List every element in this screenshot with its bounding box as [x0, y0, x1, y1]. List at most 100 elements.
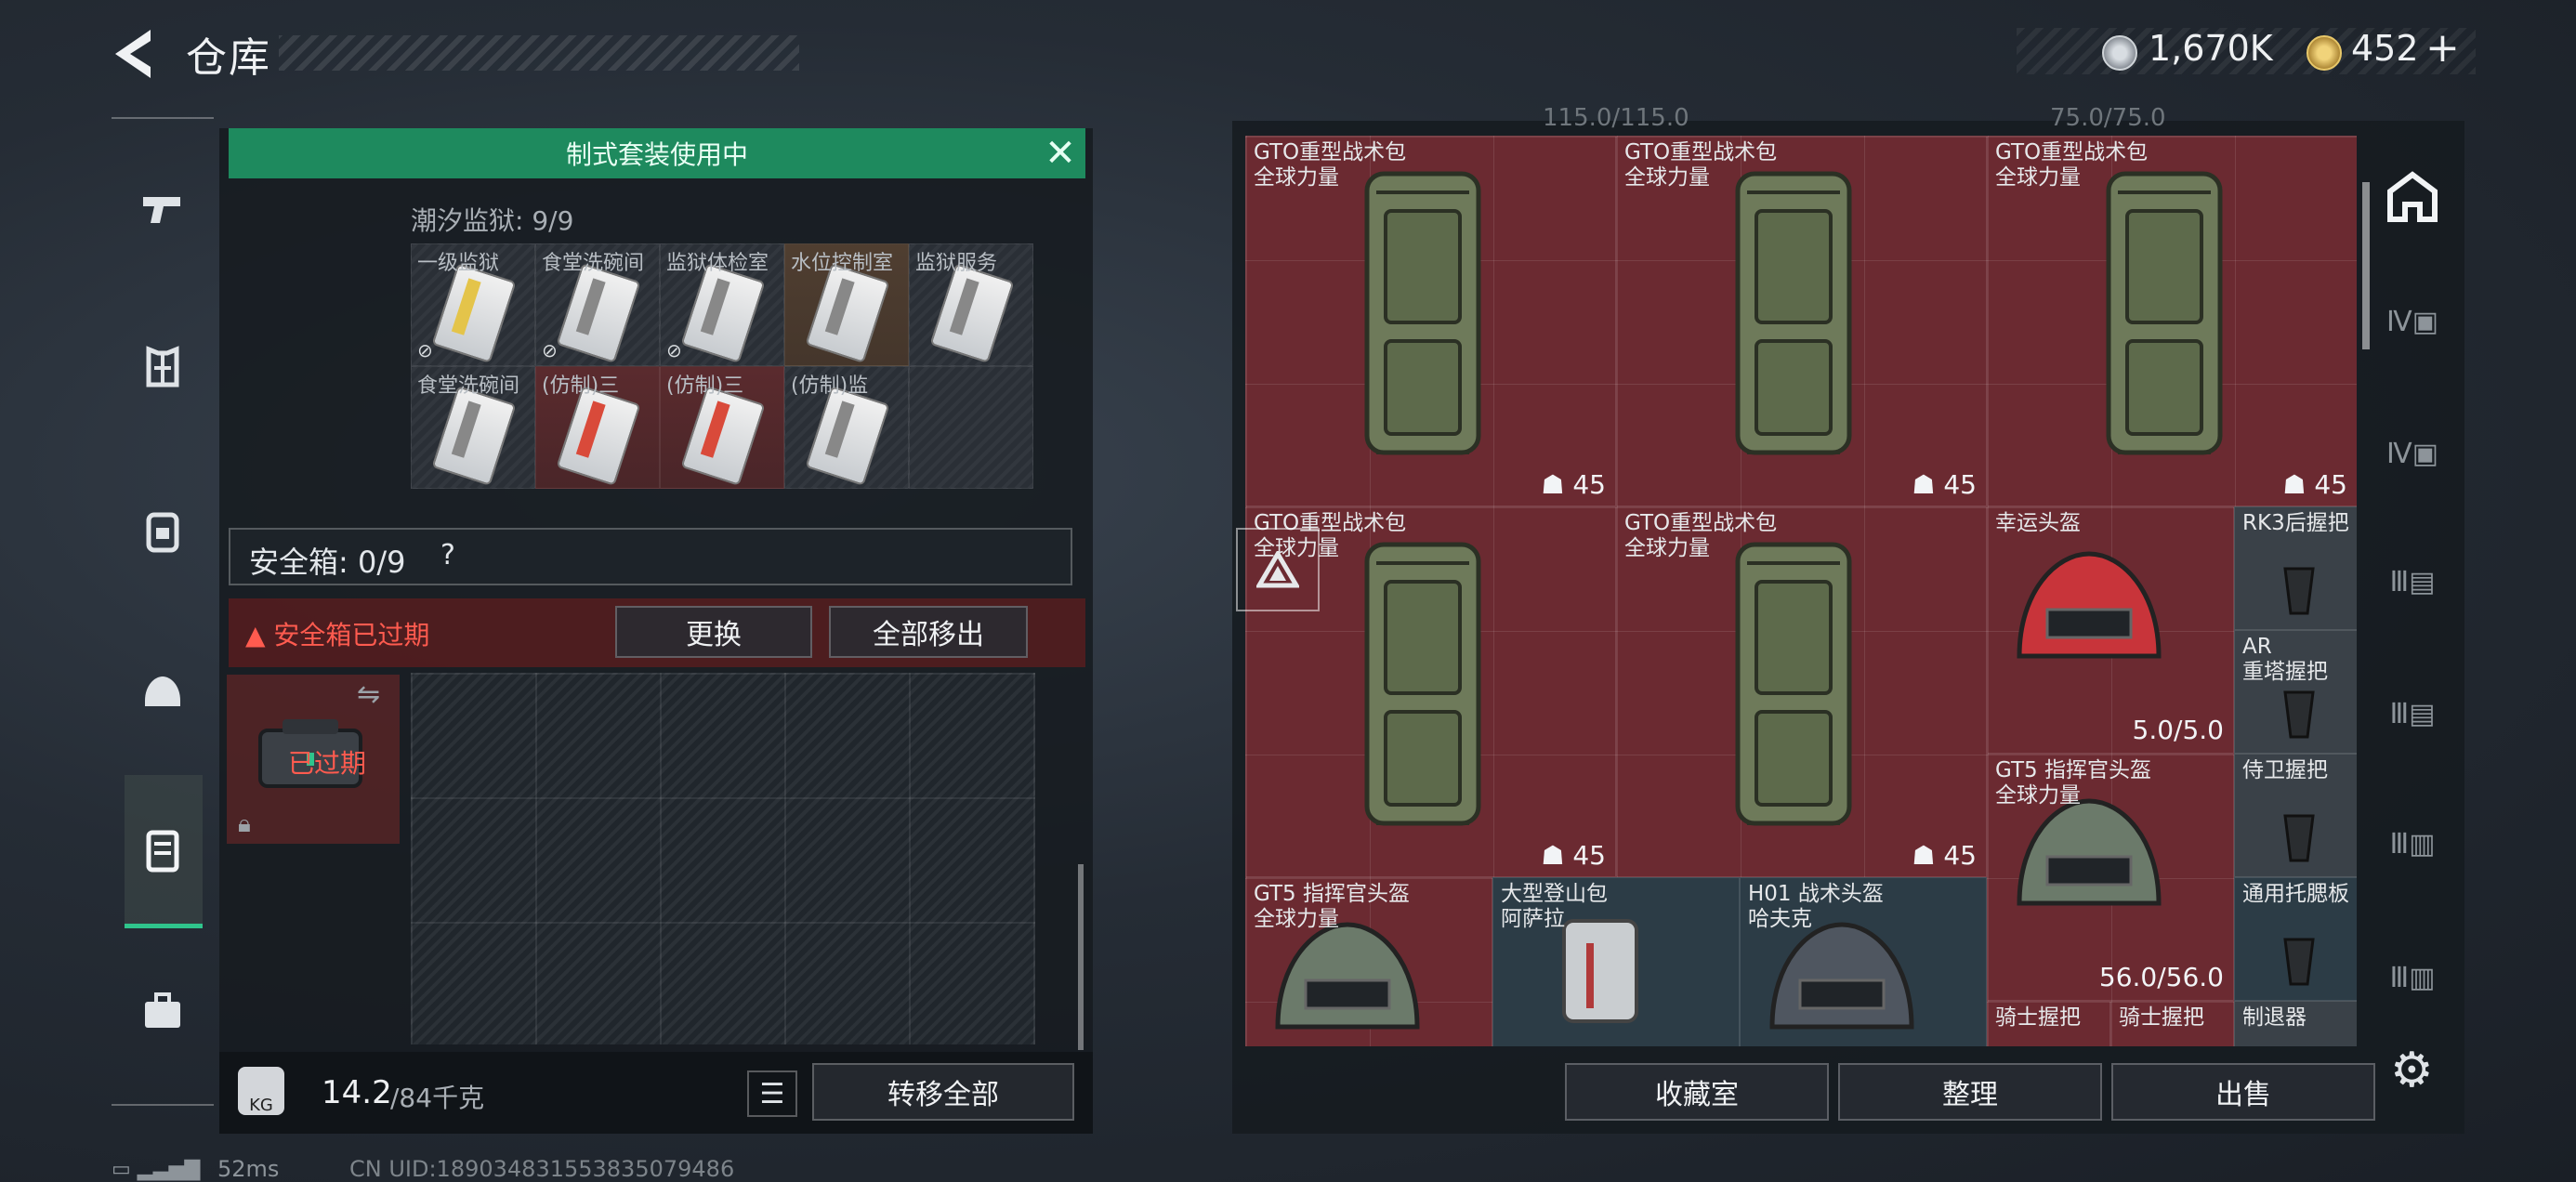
capacity-icon: ☗ — [1912, 469, 1944, 500]
item-title: GTO重型战术包 — [1254, 140, 1407, 164]
filter-case-iv-1[interactable]: Ⅳ▣ — [2375, 284, 2450, 359]
stash-item[interactable]: GT5 指挥官头盔 全球力量 — [1245, 877, 1492, 1046]
stash-item[interactable]: GTO重型战术包 全球力量 ☗ 45 — [1616, 136, 1987, 506]
stash-item[interactable]: H01 战术头盔 哈夫克 — [1740, 877, 1987, 1046]
keycard-slot[interactable]: (仿制)监 — [784, 366, 909, 489]
nav-toolbox[interactable] — [123, 972, 203, 1052]
stash-box-icon — [2387, 171, 2438, 222]
gold-coin-icon — [2307, 35, 2342, 71]
filter-case-iii-4[interactable]: Ⅲ▥ — [2375, 940, 2450, 1015]
safebox-slots[interactable] — [411, 673, 1035, 1044]
filter-all[interactable] — [2375, 160, 2450, 234]
item-name: AR 重塔握把 — [2242, 635, 2328, 685]
stash-item[interactable]: 制退器 — [2234, 1001, 2357, 1046]
keycard-slot-empty[interactable] — [909, 366, 1033, 489]
keycard-icon — [431, 386, 517, 486]
stash-item[interactable]: 通用托腮板 — [2234, 877, 2357, 1001]
tier-iv-icon: Ⅳ▣ — [2385, 305, 2439, 338]
nav-safebox[interactable] — [123, 810, 203, 890]
stash-item[interactable]: GT5 指挥官头盔 全球力量 56.0/56.0 — [1987, 754, 2234, 1001]
collection-room-button[interactable]: 收藏室 — [1565, 1063, 1829, 1121]
item-faction: 全球力量 — [1254, 907, 1339, 931]
transfer-all-button[interactable]: 转移全部 — [812, 1063, 1074, 1121]
item-name: GTO重型战术包 全球力量 — [1624, 140, 1777, 190]
keycard-icon — [431, 263, 517, 363]
item-title: H01 战术头盔 — [1748, 882, 1884, 906]
stash-item[interactable]: GTO重型战术包 全球力量 ☗ 45 — [1245, 136, 1616, 506]
grip-image — [2283, 938, 2315, 986]
keycard-slot[interactable]: 监狱服务 — [909, 243, 1033, 366]
close-icon[interactable]: ✕ — [1039, 132, 1082, 175]
left-panel-scrollbar[interactable] — [1078, 864, 1084, 1050]
filter-case-iii-2[interactable]: Ⅲ▤ — [2375, 676, 2450, 751]
keycard-icon — [680, 386, 766, 486]
grip-image — [2283, 690, 2315, 739]
item-faction: 重塔握把 — [2242, 660, 2328, 684]
helmet-image — [1275, 922, 1420, 1030]
keycard-slot[interactable]: 监狱体检室 ⊘ — [660, 243, 784, 366]
stash-item[interactable]: 骑士握把 — [2110, 1001, 2234, 1046]
keycard-slot[interactable]: (仿制)三 — [535, 366, 660, 489]
drop-target-marker — [1236, 528, 1320, 611]
sell-button[interactable]: 出售 — [2111, 1063, 2375, 1121]
item-title: 大型登山包 — [1501, 882, 1608, 906]
stash-item[interactable]: 幸运头盔 5.0/5.0 — [1987, 506, 2234, 754]
backpack-image — [1735, 542, 1852, 826]
right-nav-scrollbar[interactable] — [2362, 182, 2370, 349]
nav-helmet[interactable] — [123, 650, 203, 730]
filter-case-iii-1[interactable]: Ⅲ▤ — [2375, 545, 2450, 619]
weight-icon: KG — [238, 1067, 284, 1115]
keycard-label: 监狱体检室 — [666, 252, 769, 275]
tier-iii-icon: Ⅲ▥ — [2389, 961, 2436, 994]
sort-button[interactable]: 整理 — [1838, 1063, 2102, 1121]
tier-iii-icon: Ⅲ▥ — [2389, 827, 2436, 860]
move-all-out-button[interactable]: 全部移出 — [829, 606, 1028, 658]
keycard-slot[interactable]: (仿制)三 — [660, 366, 784, 489]
item-stack-count: ☗ 45 — [2282, 469, 2347, 500]
user-uid: CN UID:1890348315538350794​86 — [349, 1156, 735, 1182]
stash-item[interactable]: AR 重塔握把 — [2234, 630, 2357, 754]
stash-item[interactable]: GTO重型战术包 全球力量 ☗ 45 — [1987, 136, 2357, 506]
helmet-image — [1769, 922, 1914, 1030]
item-title: GTO重型战术包 — [1624, 140, 1778, 164]
stash-item[interactable]: RK3后握把 — [2234, 506, 2357, 630]
keycard-slot[interactable]: 食堂洗碗间 — [411, 366, 535, 489]
gear-icon[interactable]: ⚙ — [2390, 1043, 2434, 1098]
item-title: GTO重型战术包 — [1995, 140, 2149, 164]
item-stack-count: ☗ 45 — [1541, 469, 1606, 500]
replace-button[interactable]: 更换 — [615, 606, 812, 658]
back-arrow-icon[interactable] — [110, 26, 160, 82]
nav-armor[interactable] — [123, 327, 203, 407]
item-title: GTO重型战术包 — [1624, 511, 1778, 535]
item-name: 骑士握把 — [2119, 1005, 2204, 1031]
keycard-slot[interactable]: 水位控制室 — [784, 243, 909, 366]
nav-weapon[interactable] — [123, 169, 203, 249]
swap-icon[interactable]: ⇋ — [357, 678, 380, 711]
add-currency-button[interactable]: + — [2425, 24, 2460, 72]
filter-case-iii-3[interactable]: Ⅲ▥ — [2375, 807, 2450, 881]
help-icon[interactable]: ? — [440, 539, 455, 571]
item-name: 通用托腮板 — [2242, 882, 2349, 907]
keycard-slot[interactable]: 一级监狱 ⊘ — [411, 243, 535, 366]
stash-item[interactable]: 侍卫握把 — [2234, 754, 2357, 877]
keycard-label: (仿制)三 — [542, 374, 620, 398]
gold-balance: 452 — [2351, 28, 2419, 69]
list-view-icon[interactable]: ☰ — [747, 1070, 797, 1117]
item-durability: 5.0/5.0 — [2132, 715, 2225, 745]
keycard-icon — [929, 263, 1015, 363]
stash-item[interactable]: GTO重型战术包 全球力量 ☗ 45 — [1616, 506, 1987, 877]
tier-iv-icon: Ⅳ▣ — [2385, 437, 2439, 470]
keycard-icon — [805, 386, 890, 486]
item-name: 大型登山包 阿萨拉 — [1501, 882, 1608, 932]
item-name: 制退器 — [2242, 1005, 2307, 1031]
keycard-slot[interactable]: 食堂洗碗间 ⊘ — [535, 243, 660, 366]
filter-case-iv-2[interactable]: Ⅳ▣ — [2375, 416, 2450, 491]
safebox-expired-text: ▲ 安全箱已过期 — [245, 620, 430, 650]
nav-backpack[interactable] — [123, 491, 203, 571]
capacity-icon: ☗ — [2282, 469, 2315, 500]
case-expired-label: 已过期 — [288, 748, 367, 779]
stash-item[interactable]: 大型登山包 阿萨拉 — [1492, 877, 1740, 1046]
keycard-set-count: 潮汐监狱: 9/9 — [411, 205, 574, 236]
stash-item[interactable]: 骑士握把 — [1987, 1001, 2110, 1046]
item-faction: 全球力量 — [1995, 165, 2081, 190]
